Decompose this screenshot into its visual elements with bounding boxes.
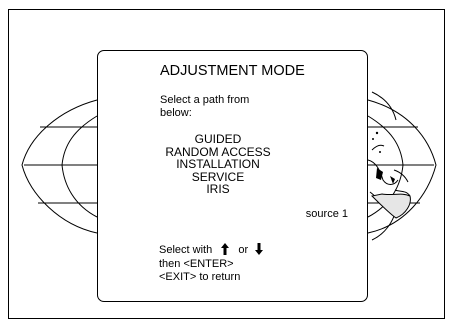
help-enter-line: then <ENTER>	[159, 257, 234, 270]
menu-item-installation[interactable]: INSTALLATION	[98, 158, 338, 171]
help-select-with: Select with	[159, 244, 213, 256]
arrow-up-icon	[221, 243, 230, 255]
dialog-title: ADJUSTMENT MODE	[160, 63, 305, 79]
arrow-down-icon	[255, 243, 264, 255]
help-or: or	[238, 244, 249, 256]
prompt-line-2: below:	[160, 107, 192, 119]
menu-item-iris[interactable]: IRIS	[98, 183, 338, 196]
dialog-prompt: Select a path from below:	[160, 94, 300, 120]
help-select-line: Select with or	[159, 243, 267, 258]
help-text: Select with or then <ENTER> <EXIT> to re…	[159, 243, 267, 285]
help-exit-line: <EXIT> to return	[159, 271, 241, 283]
menu-item-guided[interactable]: GUIDED	[98, 133, 338, 146]
source-indicator: source 1	[305, 208, 348, 220]
path-menu: GUIDED RANDOM ACCESS INSTALLATION SERVIC…	[98, 133, 338, 196]
adjustment-mode-dialog: ADJUSTMENT MODE Select a path from below…	[97, 50, 368, 302]
prompt-line-1: Select a path from	[160, 94, 250, 106]
